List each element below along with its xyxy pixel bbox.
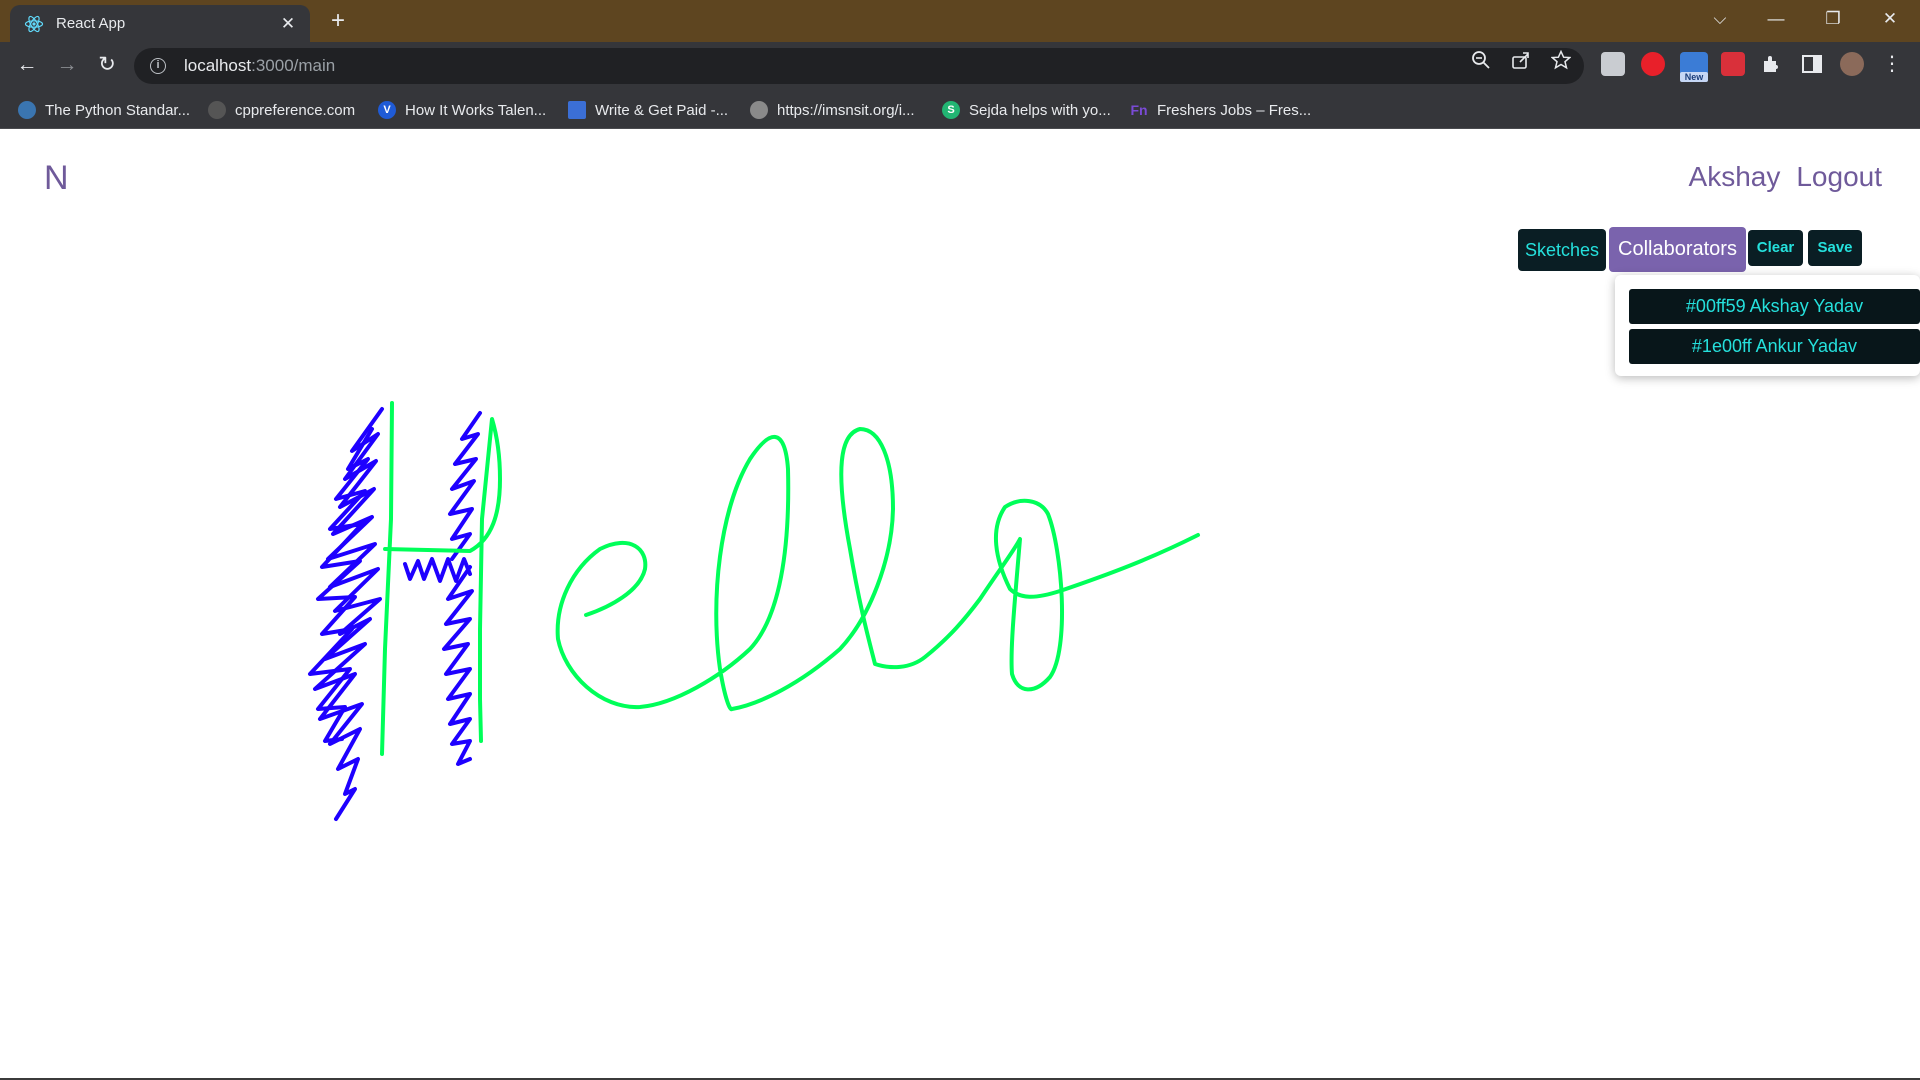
bookmark-label: Sejda helps with yo...	[969, 101, 1111, 119]
reload-button[interactable]: ↻	[92, 51, 122, 81]
collaborators-button[interactable]: Collaborators	[1609, 227, 1746, 272]
bookmark-label: How It Works Talen...	[405, 101, 547, 119]
bookmark-freshersjobs[interactable]: Fn Freshers Jobs – Fres...	[1130, 99, 1311, 121]
python-icon	[18, 101, 36, 119]
browser-tab-bar: React App ✕ + ⌵ — ❐ ✕	[0, 0, 1920, 42]
puzzle-icon[interactable]	[1760, 52, 1784, 76]
bookmark-label: Write & Get Paid -...	[595, 101, 729, 119]
address-bar[interactable]: i localhost:3000/main	[134, 48, 1584, 84]
v-icon: V	[378, 101, 396, 119]
menu-icon[interactable]: ⋮	[1880, 52, 1904, 76]
green-stroke	[555, 427, 1200, 712]
bookmark-sejda[interactable]: S Sejda helps with yo...	[942, 99, 1111, 121]
minimize-button[interactable]: —	[1756, 4, 1796, 36]
bookmark-cppreference[interactable]: cppreference.com	[208, 99, 355, 121]
bookmark-imsnsit[interactable]: https://imsnsit.org/i...	[750, 99, 915, 121]
sketches-button[interactable]: Sketches	[1518, 229, 1606, 271]
react-icon	[24, 14, 44, 34]
new-badge: New	[1680, 72, 1708, 82]
app-main: N Akshay Logout Sketches Collaborators C…	[0, 129, 1920, 1080]
restore-button[interactable]: ❐	[1813, 4, 1853, 36]
browser-toolbar: ← → ↻ i localhost:3000/main New ⋮	[0, 42, 1920, 89]
clear-button[interactable]: Clear	[1748, 230, 1803, 266]
new-extension-icon[interactable]: New	[1680, 52, 1708, 82]
share-icon[interactable]	[1510, 50, 1532, 72]
book-icon	[568, 101, 586, 119]
site-info-icon[interactable]: i	[150, 58, 166, 74]
close-window-button[interactable]: ✕	[1870, 4, 1910, 36]
zoom-icon[interactable]	[1470, 50, 1492, 72]
red-extension-icon[interactable]	[1721, 52, 1745, 76]
cppreference-icon	[208, 101, 226, 119]
blue-stroke	[442, 565, 474, 766]
tab-search-icon[interactable]: ⌵	[1700, 4, 1740, 36]
url-text: localhost:3000/main	[184, 56, 336, 75]
profile-avatar[interactable]	[1840, 52, 1864, 76]
bookmark-label: Freshers Jobs – Fres...	[1157, 101, 1312, 119]
bookmark-label: cppreference.com	[235, 101, 356, 119]
bookmark-label: https://imsnsit.org/i...	[777, 101, 915, 119]
fn-icon: Fn	[1130, 102, 1148, 118]
extension-icon[interactable]	[1601, 52, 1625, 76]
user-name-link[interactable]: Akshay	[1689, 161, 1781, 193]
sejda-icon: S	[942, 101, 960, 119]
green-stroke	[383, 417, 502, 743]
tab-title: React App	[56, 15, 126, 32]
back-button[interactable]: ←	[12, 51, 42, 81]
logout-link[interactable]: Logout	[1796, 161, 1882, 193]
collaborator-item[interactable]: #1e00ff Ankur Yadav	[1629, 329, 1920, 364]
browser-tab[interactable]: React App ✕	[10, 5, 310, 42]
collaborator-item[interactable]: #00ff59 Akshay Yadav	[1629, 289, 1920, 324]
bookmark-howitworks[interactable]: V How It Works Talen...	[378, 99, 546, 121]
forward-button[interactable]: →	[52, 51, 82, 81]
green-stroke	[380, 401, 394, 756]
collaborators-dropdown: #00ff59 Akshay Yadav #1e00ff Ankur Yadav	[1615, 275, 1920, 376]
globe-icon	[750, 101, 768, 119]
brand-logo[interactable]: N	[44, 159, 69, 198]
new-tab-button[interactable]: +	[324, 8, 352, 36]
adblock-extension-icon[interactable]	[1641, 52, 1665, 76]
blue-stroke	[448, 411, 482, 561]
save-button[interactable]: Save	[1808, 230, 1862, 266]
bookmarks-bar: The Python Standar... cppreference.com V…	[0, 89, 1920, 129]
tab-close-icon[interactable]: ✕	[278, 14, 298, 34]
user-nav: Akshay Logout	[1689, 161, 1882, 193]
bookmark-label: The Python Standar...	[45, 101, 191, 119]
bookmark-star-icon[interactable]	[1550, 49, 1572, 72]
bookmark-python[interactable]: The Python Standar...	[18, 99, 190, 121]
side-panel-icon[interactable]	[1800, 52, 1824, 76]
bookmark-writegetpaid[interactable]: Write & Get Paid -...	[568, 99, 728, 121]
